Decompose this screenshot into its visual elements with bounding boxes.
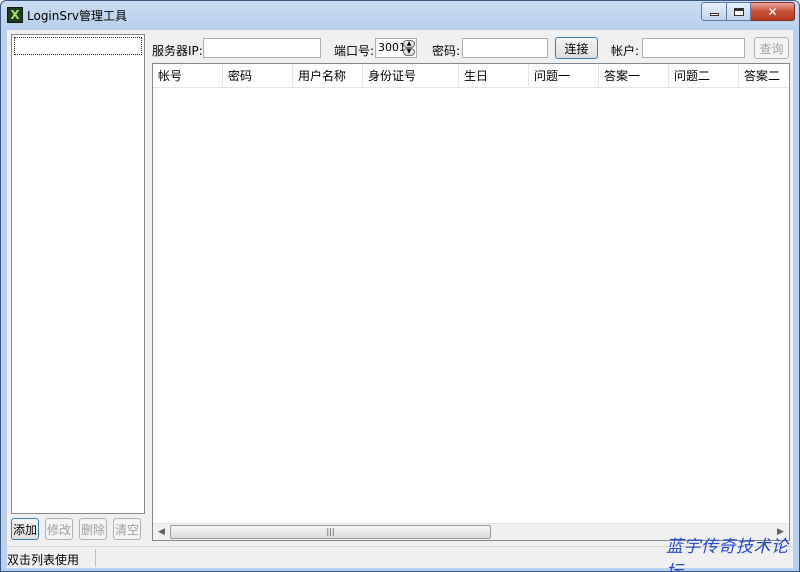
server-ip-label: 服务器IP:	[152, 44, 203, 58]
server-ip-input[interactable]	[203, 38, 321, 58]
client-area: 添加 修改 删除 清空 服务器IP: 端口号: 3001 ▲ ▼ 密码: 连接 …	[7, 30, 793, 546]
scroll-left-icon[interactable]: ◀	[153, 524, 170, 540]
status-text: 双击列表使用	[7, 553, 80, 567]
list-button-bar: 添加 修改 删除 清空	[11, 518, 141, 540]
password-input[interactable]	[462, 38, 548, 58]
column-header[interactable]: 问题一	[529, 64, 599, 88]
spin-up-icon[interactable]: ▲	[403, 40, 415, 48]
forum-watermark: 蓝宇传奇技术论坛	[666, 537, 789, 572]
password-label: 密码:	[432, 44, 461, 58]
window-title: LoginSrv管理工具	[27, 9, 128, 23]
maximize-button[interactable]	[727, 2, 751, 21]
query-button[interactable]: 查询	[754, 37, 789, 59]
add-button[interactable]: 添加	[11, 518, 39, 540]
port-label: 端口号:	[334, 44, 375, 58]
account-input[interactable]	[642, 38, 745, 58]
column-header[interactable]: 答案一	[599, 64, 669, 88]
account-table[interactable]: 帐号 密码 用户名称 身份证号 生日 问题一 答案一 问题二 答案二 ◀ |||…	[152, 63, 790, 541]
minimize-icon	[709, 13, 719, 16]
port-value: 3001	[378, 41, 406, 54]
close-icon: ✕	[767, 4, 778, 19]
column-header[interactable]: 答案二	[739, 64, 789, 88]
server-list[interactable]	[11, 34, 145, 514]
app-icon: X	[7, 7, 23, 23]
list-focus-item[interactable]	[14, 37, 142, 55]
scroll-thumb[interactable]: |||	[170, 525, 491, 539]
status-divider	[95, 549, 96, 567]
account-label: 帐户:	[611, 44, 640, 58]
column-header[interactable]: 身份证号	[363, 64, 459, 88]
window-controls: ✕	[701, 2, 795, 21]
port-stepper[interactable]: 3001 ▲ ▼	[375, 38, 417, 58]
spin-down-icon[interactable]: ▼	[403, 48, 415, 56]
delete-button[interactable]: 删除	[79, 518, 107, 540]
column-header[interactable]: 用户名称	[293, 64, 363, 88]
title-bar[interactable]: X LoginSrv管理工具 ✕	[1, 1, 799, 29]
minimize-button[interactable]	[701, 2, 727, 21]
close-button[interactable]: ✕	[751, 2, 795, 21]
edit-button[interactable]: 修改	[45, 518, 73, 540]
column-header[interactable]: 帐号	[153, 64, 223, 88]
table-header: 帐号 密码 用户名称 身份证号 生日 问题一 答案一 问题二 答案二	[153, 64, 789, 88]
port-spin-buttons: ▲ ▼	[403, 40, 415, 56]
column-header[interactable]: 问题二	[669, 64, 739, 88]
column-header[interactable]: 密码	[223, 64, 293, 88]
clear-button[interactable]: 清空	[113, 518, 141, 540]
column-header[interactable]: 生日	[459, 64, 529, 88]
maximize-icon	[733, 7, 744, 16]
connect-button[interactable]: 连接	[555, 37, 598, 59]
